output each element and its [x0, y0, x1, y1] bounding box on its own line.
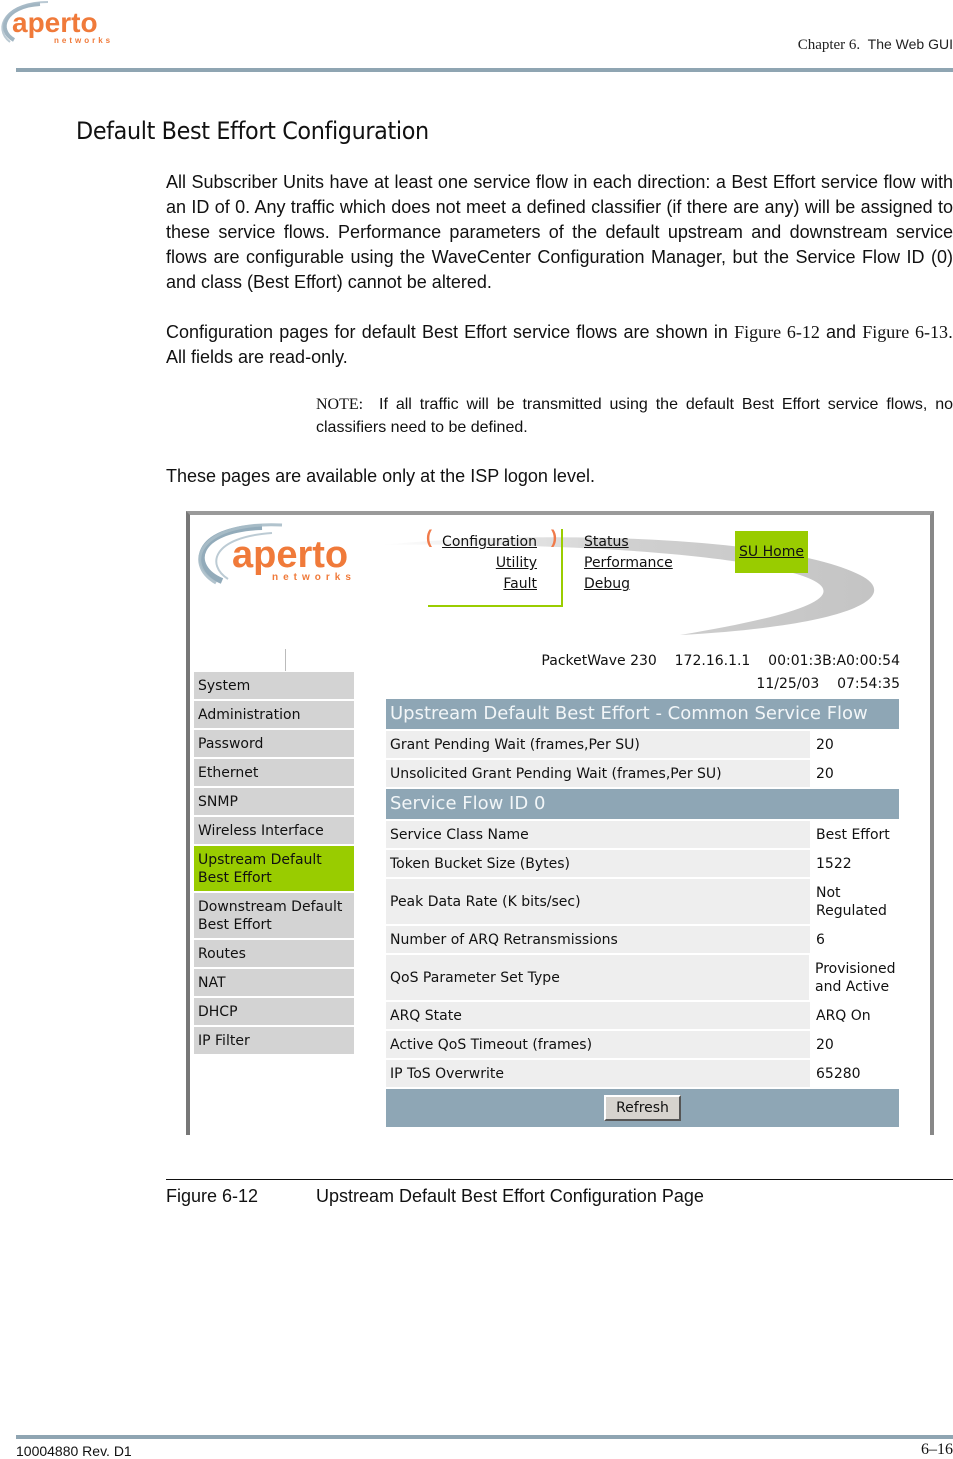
note-label: NOTE: — [316, 396, 364, 413]
device-mac: 00:01:3B:A0:00:54 — [768, 653, 900, 669]
field-value: Provisioned and Active — [809, 955, 899, 1000]
sidebar-item-administration[interactable]: Administration — [194, 701, 354, 730]
table-row: Active QoS Timeout (frames) 20 — [386, 1031, 899, 1060]
su-home-button[interactable]: SU Home — [735, 531, 808, 573]
field-label: Token Bucket Size (Bytes) — [386, 850, 810, 877]
field-value: 6 — [810, 926, 899, 953]
sidebar-item-ethernet[interactable]: Ethernet — [194, 759, 354, 788]
field-value: Not Regulated — [810, 879, 899, 924]
nav-link-debug[interactable]: Debug — [584, 576, 630, 592]
document-id: 10004880 Rev. D1 — [16, 1443, 132, 1459]
company-logo: aperto networks — [0, 0, 120, 50]
nav-group-primary: ( Configuration ) Utility Fault — [426, 527, 563, 607]
access-paragraph: These pages are available only at the IS… — [166, 466, 595, 486]
figure-number: Figure 6-12 — [166, 1186, 259, 1206]
active-bracket-left-icon: ( — [426, 527, 432, 547]
note-block: NOTE: If all traffic will be transmitted… — [316, 393, 953, 439]
figures-paragraph: Configuration pages for default Best Eff… — [166, 320, 953, 370]
nav-link-performance[interactable]: Performance — [584, 555, 673, 571]
device-info-line: PacketWave 230 172.16.1.1 00:01:3B:A0:00… — [541, 653, 900, 669]
field-label: QoS Parameter Set Type — [386, 955, 809, 1000]
figure-title: Upstream Default Best Effort Configurati… — [316, 1186, 704, 1206]
table-row: Peak Data Rate (K bits/sec) Not Regulate… — [386, 879, 899, 926]
sidebar-item-upstream-default-best-effort[interactable]: Upstream Default Best Effort — [194, 846, 354, 893]
web-gui-screenshot: aperto networks ( Configuration ) Utilit… — [186, 511, 934, 1135]
table-row: IP ToS Overwrite 65280 — [386, 1060, 899, 1089]
su-home-link[interactable]: SU Home — [739, 544, 804, 560]
figure-ref-link[interactable]: Figure 6-13 — [862, 322, 948, 342]
field-label: Number of ARQ Retransmissions — [386, 926, 810, 953]
footer-rule — [16, 1435, 953, 1439]
datetime-line: 11/25/03 07:54:35 — [756, 676, 900, 692]
table-row: QoS Parameter Set Type Provisioned and A… — [386, 955, 899, 1002]
sidebar-menu: System Administration Password Ethernet … — [194, 672, 354, 1056]
active-bracket-right-icon: ) — [551, 527, 557, 547]
sidebar-item-ip-filter[interactable]: IP Filter — [194, 1027, 354, 1056]
nav-link-fault[interactable]: Fault — [503, 576, 537, 592]
field-value: 20 — [810, 731, 899, 758]
device-model: PacketWave 230 — [541, 653, 657, 669]
nav-link-utility[interactable]: Utility — [496, 555, 537, 571]
sidebar-item-dhcp[interactable]: DHCP — [194, 998, 354, 1027]
field-label: Peak Data Rate (K bits/sec) — [386, 879, 810, 924]
table-row: Token Bucket Size (Bytes) 1522 — [386, 850, 899, 879]
logo-subtext: networks — [54, 36, 113, 45]
field-label: Active QoS Timeout (frames) — [386, 1031, 810, 1058]
text-run: Configuration pages for default Best Eff… — [166, 322, 735, 342]
sidebar-item-system[interactable]: System — [194, 672, 354, 701]
sidebar-item-wireless-interface[interactable]: Wireless Interface — [194, 817, 354, 846]
field-value: 20 — [810, 1031, 899, 1058]
table-row: Unsolicited Grant Pending Wait (frames,P… — [386, 760, 899, 789]
nav-link-configuration[interactable]: Configuration — [442, 534, 537, 550]
common-section-header: Upstream Default Best Effort - Common Se… — [386, 699, 899, 731]
page-number: 6–16 — [921, 1441, 953, 1458]
flow-section-header: Service Flow ID 0 — [386, 789, 899, 821]
section-title: Default Best Effort Configuration — [76, 117, 429, 145]
sidebar-item-password[interactable]: Password — [194, 730, 354, 759]
table-row: Service Class Name Best Effort — [386, 821, 899, 850]
header-rule — [16, 68, 953, 72]
field-label: IP ToS Overwrite — [386, 1060, 810, 1087]
device-date: 11/25/03 — [756, 676, 820, 692]
field-value: 1522 — [810, 850, 899, 877]
field-label: Grant Pending Wait (frames,Per SU) — [386, 731, 810, 758]
running-header: Chapter 6. The Web GUI — [798, 36, 953, 54]
table-row: Grant Pending Wait (frames,Per SU) 20 — [386, 731, 899, 760]
device-time: 07:54:35 — [837, 676, 900, 692]
chapter-label: Chapter 6. — [797, 37, 861, 53]
device-ip: 172.16.1.1 — [674, 653, 751, 669]
sidebar-item-downstream-default-best-effort[interactable]: Downstream Default Best Effort — [194, 893, 354, 940]
chapter-title: The Web GUI — [867, 36, 953, 52]
app-logo: aperto networks — [192, 521, 362, 585]
field-value: ARQ On — [810, 1002, 899, 1029]
sidebar-item-nat[interactable]: NAT — [194, 969, 354, 998]
sidebar-item-routes[interactable]: Routes — [194, 940, 354, 969]
text-run: and — [819, 322, 863, 342]
button-bar: Refresh — [386, 1089, 899, 1127]
settings-table: Upstream Default Best Effort - Common Se… — [386, 699, 899, 1127]
table-row: Number of ARQ Retransmissions 6 — [386, 926, 899, 955]
field-value: 65280 — [810, 1060, 899, 1087]
table-row: ARQ State ARQ On — [386, 1002, 899, 1031]
field-label: ARQ State — [386, 1002, 810, 1029]
logo-wordmark: aperto — [12, 7, 98, 38]
refresh-button[interactable]: Refresh — [604, 1095, 681, 1121]
field-value: Best Effort — [810, 821, 899, 848]
caption-rule — [166, 1179, 953, 1180]
divider — [285, 649, 286, 671]
field-value: 20 — [810, 760, 899, 787]
intro-paragraph: All Subscriber Units have at least one s… — [166, 172, 953, 292]
note-text: If all traffic will be transmitted using… — [316, 396, 953, 436]
nav-link-status[interactable]: Status — [584, 534, 629, 550]
app-logo-subtext: networks — [272, 572, 356, 583]
field-label: Unsolicited Grant Pending Wait (frames,P… — [386, 760, 810, 787]
app-logo-wordmark: aperto — [232, 534, 348, 576]
figure-ref-link[interactable]: Figure 6-12 — [734, 322, 820, 342]
sidebar-item-snmp[interactable]: SNMP — [194, 788, 354, 817]
field-label: Service Class Name — [386, 821, 810, 848]
